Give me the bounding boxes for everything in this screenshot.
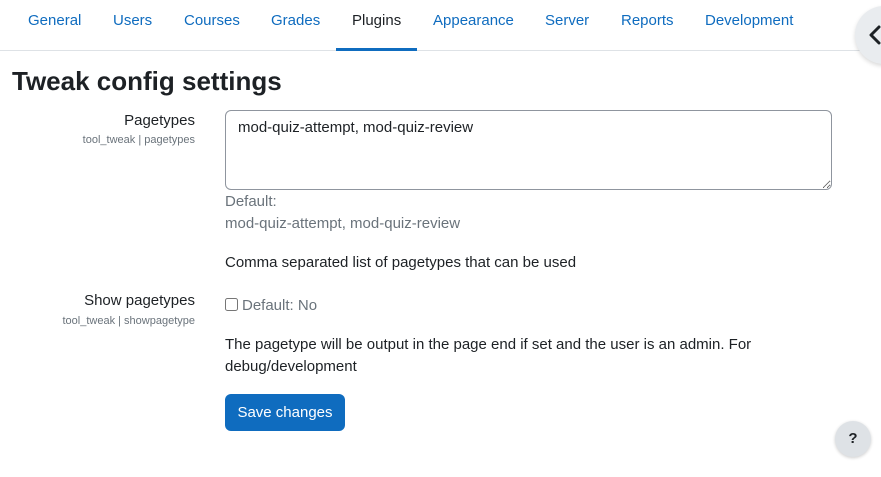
pagetypes-textarea[interactable]: mod-quiz-attempt, mod-quiz-review: [225, 110, 832, 190]
pagetypes-label: Pagetypes: [124, 112, 195, 129]
save-changes-button[interactable]: Save changes: [225, 394, 345, 431]
page-title: Tweak config settings: [12, 66, 282, 96]
pagetypes-default-value: mod-quiz-attempt, mod-quiz-review: [225, 215, 461, 232]
tab-server[interactable]: Server: [529, 0, 605, 51]
showpagetypes-checkbox[interactable]: [225, 298, 238, 311]
pagetypes-setting-name: tool_tweak | pagetypes: [82, 134, 195, 146]
tab-users[interactable]: Users: [97, 0, 168, 51]
showpagetypes-description: The pagetype will be output in the page …: [225, 336, 752, 375]
tab-general[interactable]: General: [12, 0, 97, 51]
tab-appearance[interactable]: Appearance: [417, 0, 530, 51]
chevron-left-icon: [869, 25, 881, 45]
pagetypes-default-label: Default:: [225, 193, 277, 210]
tab-plugins[interactable]: Plugins: [336, 0, 417, 51]
tab-grades[interactable]: Grades: [255, 0, 336, 51]
tab-courses[interactable]: Courses: [168, 0, 256, 51]
help-button[interactable]: ?: [835, 421, 871, 457]
pagetypes-description: Comma separated list of pagetypes that c…: [225, 254, 577, 271]
admin-tabs: General Users Courses Grades Plugins App…: [0, 0, 881, 51]
showpagetypes-default: Default: No: [242, 297, 318, 314]
tab-development[interactable]: Development: [689, 0, 809, 51]
tab-reports[interactable]: Reports: [605, 0, 690, 51]
showpagetypes-setting-name: tool_tweak | showpagetype: [62, 315, 196, 327]
showpagetypes-label: Show pagetypes: [84, 292, 195, 309]
